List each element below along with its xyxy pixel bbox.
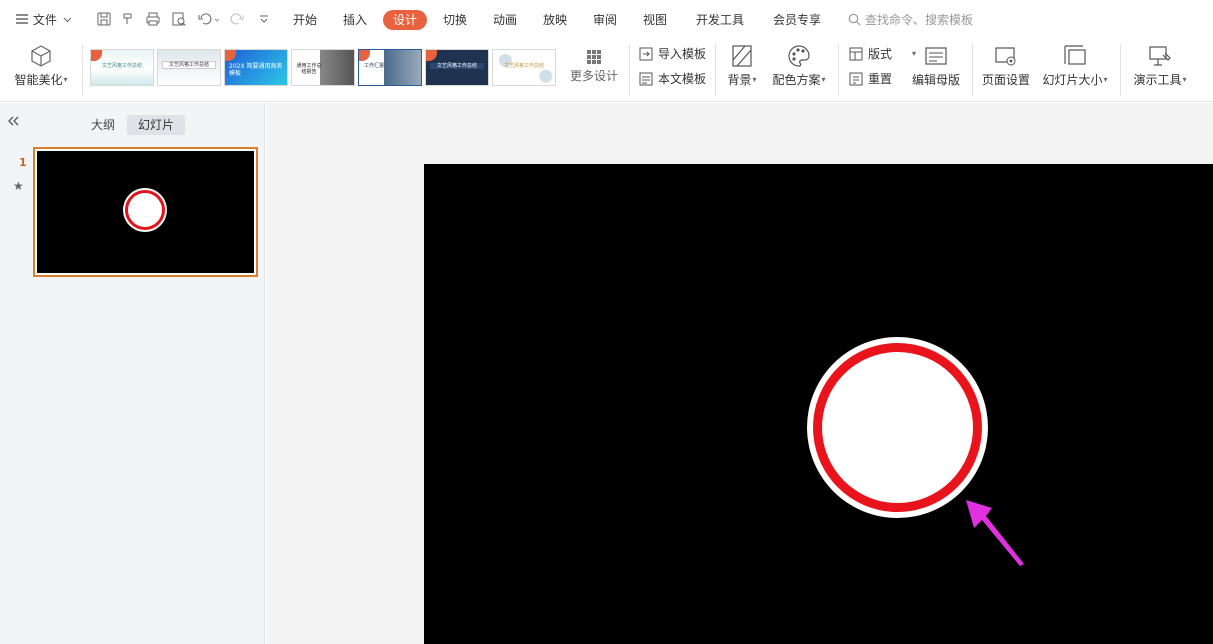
page-setup-label: 页面设置 [981, 73, 1030, 87]
more-design-button[interactable]: 更多设计 [566, 46, 622, 84]
pointer-arrow-icon [966, 500, 1024, 566]
this-template-label: 本文模板 [658, 72, 707, 86]
tab-transitions[interactable]: 切换 [435, 10, 475, 30]
file-menu[interactable]: 文件 [15, 10, 72, 30]
presentation-tools-button[interactable]: 演示工具▾ [1128, 40, 1192, 88]
format-painter-icon[interactable] [120, 11, 136, 28]
template-title: 通用工作总结报告 [296, 63, 322, 75]
divider [838, 44, 839, 96]
tab-insert[interactable]: 插入 [335, 10, 375, 30]
color-scheme-label: 配色方案 [772, 73, 821, 87]
page-setup-icon [993, 43, 1019, 69]
template-title: 文艺风格工作总结 [101, 63, 142, 69]
import-icon [639, 47, 653, 61]
template-thumbnail[interactable]: 202X 简要通用商务模板 [224, 49, 288, 86]
undo-icon[interactable] [197, 11, 221, 28]
slide-number: 1 [19, 156, 27, 169]
cube-icon [28, 43, 54, 69]
master-slide-icon [923, 43, 949, 69]
layout-icon [849, 47, 863, 61]
divider [82, 44, 83, 96]
star-icon: ★ [13, 179, 24, 193]
template-thumbnail[interactable]: 文艺风格工作总结 [90, 49, 154, 86]
badge-icon [359, 50, 370, 61]
smart-beautify-button[interactable]: 智能美化▾ [10, 40, 72, 88]
search-icon [848, 13, 861, 26]
slide-size-icon [1062, 43, 1088, 69]
presentation-tools-icon [1147, 43, 1173, 69]
slide[interactable] [424, 164, 1213, 644]
print-preview-icon[interactable] [171, 11, 187, 28]
page-setup-button[interactable]: 页面设置 [978, 40, 1034, 88]
tab-design[interactable]: 设计 [383, 10, 427, 30]
tab-animation[interactable]: 动画 [485, 10, 525, 30]
badge-icon [225, 50, 236, 61]
badge-icon [91, 50, 102, 61]
thumbnail-circle [125, 190, 165, 230]
slide-size-label: 幻灯片大小 [1042, 73, 1103, 87]
grid-icon [586, 49, 602, 65]
print-icon[interactable] [145, 11, 161, 28]
template-title: 202X 简要通用商务模板 [229, 63, 283, 77]
template-thumbnail[interactable]: 文艺风格工作总结 [492, 49, 556, 86]
import-template-label: 导入模板 [658, 47, 707, 61]
template-title: 文艺风格工作总结 [503, 63, 544, 69]
customize-toolbar-icon[interactable] [256, 11, 272, 28]
background-icon [729, 43, 755, 69]
tab-member-exclusive[interactable]: 会员专享 [767, 10, 827, 30]
edit-master-button[interactable]: 编辑母版 [906, 40, 966, 88]
slide-size-button[interactable]: 幻灯片大小▾ [1038, 40, 1112, 88]
collapse-panel-icon[interactable] [6, 115, 20, 131]
edit-master-label: 编辑母版 [911, 73, 960, 87]
background-label: 背景 [727, 73, 752, 87]
slides-panel: 大纲 幻灯片 1 ★ [0, 103, 265, 644]
template-title: 工作汇报 [363, 63, 384, 69]
template-thumbnail[interactable]: 文艺风格工作总结 [157, 49, 221, 86]
import-template-button[interactable]: 导入模板 [638, 45, 706, 63]
this-template-button[interactable]: 本文模板 [638, 70, 706, 88]
layout-label: 版式 [868, 47, 893, 61]
save-icon[interactable] [96, 11, 112, 28]
reset-label: 重置 [868, 72, 893, 86]
template-thumbnail[interactable]: 工作汇报 [358, 49, 422, 86]
divider [629, 44, 630, 96]
divider [715, 44, 716, 96]
slide-thumbnail[interactable] [33, 147, 258, 277]
template-title: 文艺风格工作总结 [162, 61, 216, 69]
palette-icon [786, 43, 812, 69]
badge-icon [426, 50, 437, 61]
background-button[interactable]: 背景▾ [722, 40, 762, 88]
tab-developer-tools[interactable]: 开发工具 [690, 10, 750, 30]
template-thumbnail[interactable]: 文艺风格工作总结 [425, 49, 489, 86]
tab-home[interactable]: 开始 [285, 10, 325, 30]
search-placeholder: 查找命令、搜索模板 [865, 13, 974, 27]
smart-beautify-label: 智能美化 [14, 73, 63, 87]
file-menu-label: 文件 [32, 13, 57, 27]
tab-slideshow[interactable]: 放映 [535, 10, 575, 30]
hamburger-icon [16, 14, 28, 24]
template-icon [639, 72, 653, 86]
menu-bar: 文件 开始 插入 设计 切换 动画 放映 审阅 视图 开发工具 会员专享 查找命… [0, 0, 1213, 40]
tab-outline[interactable]: 大纲 [86, 115, 120, 135]
tab-review[interactable]: 审阅 [585, 10, 625, 30]
tab-slides[interactable]: 幻灯片 [127, 115, 186, 135]
template-title: 文艺风格工作总结 [430, 63, 484, 69]
divider [1120, 44, 1121, 96]
more-design-label: 更多设计 [569, 69, 618, 83]
divider [972, 44, 973, 96]
reset-icon [849, 72, 863, 86]
slide-editor-canvas [266, 103, 1213, 644]
color-scheme-button[interactable]: 配色方案▾ [768, 40, 830, 88]
thumbnail-background [37, 151, 254, 273]
search-input[interactable]: 查找命令、搜索模板 [848, 10, 973, 30]
chevron-down-icon [63, 17, 72, 23]
reset-button[interactable]: 重置 [848, 70, 892, 88]
template-thumbnail[interactable]: 通用工作总结报告 [291, 49, 355, 86]
circle-shape[interactable] [807, 337, 988, 518]
tab-view[interactable]: 视图 [635, 10, 675, 30]
circle-red-ring [813, 343, 982, 512]
presentation-tools-label: 演示工具 [1133, 73, 1182, 87]
design-ribbon: 智能美化▾ 文艺风格工作总结 文艺风格工作总结 202X 简要通用商务模板 通用… [0, 40, 1213, 102]
redo-icon[interactable] [229, 11, 245, 28]
